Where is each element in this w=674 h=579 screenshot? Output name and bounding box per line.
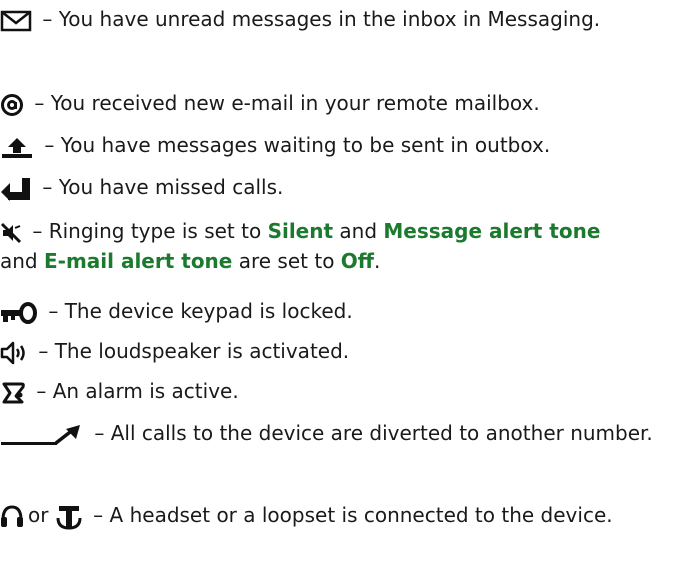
envelope-icon [0, 10, 32, 32]
loudspeaker-entry: – The loudspeaker is activated. [0, 336, 674, 366]
keypad-locked-entry: – The device keypad is locked. [0, 296, 674, 326]
missed-call-icon [0, 176, 32, 202]
headset-icon [0, 504, 24, 530]
missed-calls-text: – You have missed calls. [36, 175, 284, 199]
silent-text-2: and [333, 219, 384, 243]
alarm-text: – An alarm is active. [30, 379, 239, 403]
at-sign-icon [0, 93, 24, 117]
silent-text-3: and [0, 249, 44, 273]
silent-text-1: – Ringing type is set to [26, 219, 268, 243]
off-keyword: Off [340, 249, 374, 273]
divert-text: – All calls to the device are diverted t… [88, 421, 653, 445]
silent-text-5: . [374, 249, 381, 273]
silent-keyword: Silent [267, 219, 334, 243]
outbox-entry: – You have messages waiting to be sent i… [0, 130, 674, 160]
envelope-entry: – You have unread messages in the inbox … [0, 4, 674, 34]
alarm-icon [0, 381, 26, 405]
divert-entry: – All calls to the device are diverted t… [0, 418, 674, 448]
keypad-locked-text: – The device keypad is locked. [42, 299, 353, 323]
headset-entry: or – A headset or a loopset is connected… [0, 500, 674, 530]
outbox-icon [0, 135, 34, 159]
headset-text: – A headset or a loopset is connected to… [86, 503, 613, 527]
email-entry: – You received new e-mail in your remote… [0, 88, 674, 118]
divert-icon [0, 423, 84, 447]
email-text: – You received new e-mail in your remote… [28, 91, 540, 115]
silent-entry: – Ringing type is set to Silent and Mess… [0, 216, 674, 276]
alarm-entry: – An alarm is active. [0, 376, 674, 406]
silent-text-4: are set to [232, 249, 341, 273]
missed-calls-entry: – You have missed calls. [0, 172, 674, 202]
or-text: or [28, 503, 49, 527]
envelope-text: – You have unread messages in the inbox … [36, 7, 601, 31]
key-lock-icon [0, 301, 38, 324]
message-alert-tone-keyword: Message alert tone [383, 219, 601, 243]
silent-icon [0, 222, 22, 244]
loudspeaker-text: – The loudspeaker is activated. [32, 339, 350, 363]
loopset-icon [55, 504, 83, 530]
loudspeaker-icon [0, 341, 28, 365]
outbox-text: – You have messages waiting to be sent i… [38, 133, 551, 157]
email-alert-tone-keyword: E-mail alert tone [43, 249, 233, 273]
